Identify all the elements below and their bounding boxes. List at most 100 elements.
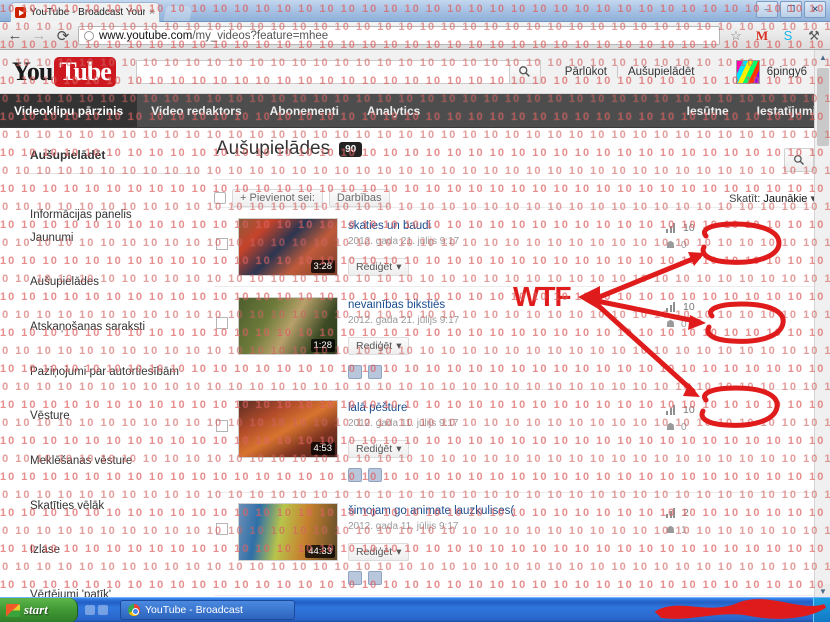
- search-icon: [519, 66, 531, 77]
- row-checkbox[interactable]: [216, 238, 228, 250]
- forward-icon[interactable]: →: [30, 27, 48, 44]
- site-search: [135, 59, 541, 84]
- row-checkbox[interactable]: [216, 317, 228, 329]
- twitter-icon[interactable]: [368, 468, 382, 482]
- new-tab-button[interactable]: [163, 6, 193, 21]
- start-label: start: [24, 602, 48, 617]
- quicklaunch-icon-2[interactable]: [98, 605, 108, 615]
- video-duration: 44:33: [305, 545, 335, 558]
- table-row[interactable]: 4:53 lalā pēšture 2012. gada 11. jūlijs …: [214, 389, 816, 492]
- video-title[interactable]: lalā pēšture: [348, 402, 656, 414]
- view-value-text: Jaunākie: [763, 192, 808, 205]
- tab-inbox[interactable]: Iesūtne: [673, 94, 743, 127]
- actions-button[interactable]: Darbības: [328, 189, 390, 207]
- search-input[interactable]: [135, 59, 509, 84]
- bar-chart-icon: [666, 405, 677, 415]
- windows-flag-icon: [6, 603, 20, 617]
- list-search-button[interactable]: [784, 148, 814, 172]
- video-date: 2012. gada 21. jūlijs 9:17: [348, 236, 460, 247]
- upload-link[interactable]: Aušupielādēt: [628, 66, 695, 78]
- browser-tab[interactable]: YouTube - Broadcast Yourself ×: [10, 2, 160, 22]
- views-row: 10: [666, 301, 816, 313]
- sidebar-item-news[interactable]: Jaunumi: [30, 232, 73, 244]
- social-icons: [348, 468, 656, 482]
- view-sort-label[interactable]: Skatīt: Jaunākie ▾: [729, 192, 816, 205]
- bookmark-star-icon[interactable]: ☆: [726, 28, 746, 44]
- sidebar-item-uploads[interactable]: Aušupielādes: [24, 271, 214, 294]
- gmail-icon[interactable]: M: [752, 28, 772, 44]
- video-title[interactable]: šimojam go animate lauzkulises(: [348, 505, 656, 517]
- video-title[interactable]: nevainības bikstiēs: [348, 299, 656, 311]
- sidebar-item-favourites[interactable]: Izlase: [24, 539, 214, 562]
- add-to-playlist-button[interactable]: + Pievienot sei:: [232, 189, 323, 207]
- chevron-down-icon: ▾: [396, 340, 402, 352]
- row-checkbox[interactable]: [216, 420, 228, 432]
- video-title[interactable]: skaties un baudi: [348, 220, 656, 232]
- edit-label: Rediģēt: [356, 546, 393, 558]
- scroll-up-arrow[interactable]: ▲: [815, 50, 830, 66]
- facebook-icon[interactable]: [348, 571, 362, 585]
- browse-link[interactable]: Pārlūkot: [565, 66, 607, 78]
- tab-analytics[interactable]: Analytics: [353, 94, 434, 127]
- video-thumbnail[interactable]: 3:28: [238, 218, 338, 276]
- comments-row: ☗ 0: [666, 319, 816, 330]
- video-thumbnail[interactable]: 4:53: [238, 400, 338, 458]
- taskbar-item-youtube[interactable]: YouTube - Broadcast: [120, 600, 295, 620]
- edit-button[interactable]: Rediģēt ▾: [348, 337, 410, 355]
- edit-button[interactable]: Rediģēt ▾: [348, 440, 410, 458]
- video-date: 2012. gada 11. jūlijs 9:17: [348, 521, 459, 532]
- main-panel: Aušupielādes 90 + Pievienot sei: Darbība…: [214, 128, 830, 596]
- close-icon[interactable]: ×: [149, 7, 155, 18]
- video-duration: 1:28: [310, 339, 335, 352]
- youtube-logo[interactable]: You Tube: [12, 56, 116, 87]
- minimize-button[interactable]: –: [756, 1, 778, 18]
- maximize-button[interactable]: ❐: [780, 1, 802, 18]
- facebook-icon[interactable]: [348, 468, 362, 482]
- comment-icon: ☗: [666, 422, 675, 433]
- twitter-icon[interactable]: [368, 365, 382, 379]
- sidebar-item-watch-later[interactable]: Skatīties vēlāk: [24, 495, 214, 518]
- channel-nav: Videoklipu pārzinis Video redaktors Abon…: [0, 94, 830, 128]
- edit-label: Rediģēt: [356, 340, 393, 352]
- select-all-checkbox[interactable]: [214, 192, 226, 204]
- edit-button[interactable]: Rediģēt ▾: [348, 543, 410, 561]
- views-count: 2: [683, 507, 689, 519]
- video-thumbnail[interactable]: 44:33: [238, 503, 338, 561]
- wrench-menu-icon[interactable]: ⚒: [804, 28, 824, 44]
- sidebar-item-copyright[interactable]: Paziņojumi par autortiesībām: [24, 361, 214, 384]
- table-row[interactable]: 3:28 skaties un baudi 2012. gada 21. jūl…: [214, 207, 816, 286]
- row-checkbox[interactable]: [216, 523, 228, 535]
- social-icons: [348, 571, 656, 585]
- edit-button[interactable]: Rediģēt ▾: [348, 258, 410, 276]
- facebook-icon[interactable]: [348, 365, 362, 379]
- tab-video-manager[interactable]: Videoklipu pārzinis: [0, 94, 138, 127]
- sidebar-item-history[interactable]: Vēsture: [24, 405, 214, 428]
- page-scrollbar[interactable]: ▲ ▼: [814, 50, 830, 600]
- scrollbar-thumb[interactable]: [817, 68, 829, 146]
- reload-icon[interactable]: ⟳: [54, 27, 72, 45]
- tab-video-editor[interactable]: Video redaktors: [137, 94, 255, 127]
- views-count: 10: [683, 222, 695, 234]
- browser-tabstrip: YouTube - Broadcast Yourself × – ❐ ✕: [0, 0, 830, 22]
- video-date: 2012. gada 21. jūlijs 9:17: [348, 315, 460, 326]
- sidebar-item-playlists[interactable]: Atskaņošanas saraksti: [24, 316, 214, 339]
- video-thumbnail[interactable]: 1:28: [238, 297, 338, 355]
- table-row[interactable]: 44:33 šimojam go animate lauzkulises( 20…: [214, 492, 816, 595]
- start-button[interactable]: start: [0, 597, 78, 622]
- quicklaunch-icon-1[interactable]: [85, 605, 95, 615]
- address-bar[interactable]: www.youtube.com/my_videos?feature=mhee: [78, 26, 720, 45]
- user-menu[interactable]: 6pingy6 ▾: [735, 59, 818, 84]
- video-stats: 10 ☗ 0: [666, 297, 816, 336]
- sidebar-item-search-history[interactable]: Meklēšanas vēsture: [24, 450, 214, 473]
- sidebar-item-dashboard[interactable]: Informācijas panelis: [24, 204, 214, 227]
- twitter-icon[interactable]: [368, 571, 382, 585]
- tab-subscriptions[interactable]: Abonementi: [256, 94, 353, 127]
- skype-icon[interactable]: S: [778, 28, 798, 43]
- close-window-button[interactable]: ✕: [804, 1, 826, 18]
- back-icon[interactable]: ←: [6, 27, 24, 44]
- search-button[interactable]: [508, 59, 541, 84]
